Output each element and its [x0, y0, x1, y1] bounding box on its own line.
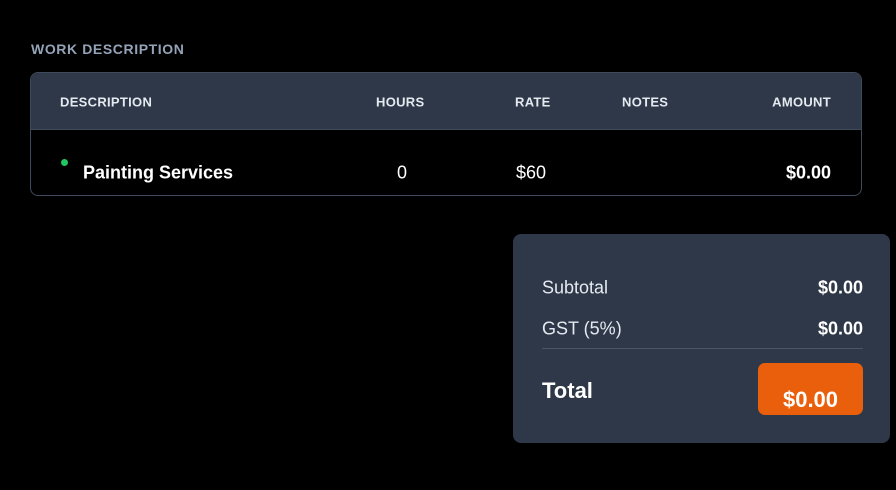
- column-header-hours: HOURS: [376, 94, 425, 110]
- invoice-work-page: WORK DESCRIPTION DESCRIPTION HOURS RATE …: [0, 0, 896, 490]
- gst-label: GST (5%): [542, 318, 622, 339]
- table-header: DESCRIPTION HOURS RATE NOTES AMOUNT: [31, 73, 861, 130]
- subtotal-value: $0.00: [817, 277, 863, 298]
- section-title: WORK DESCRIPTION: [31, 41, 185, 57]
- row-rate: $60: [516, 162, 547, 183]
- column-header-amount: AMOUNT: [772, 94, 831, 110]
- work-description-table: DESCRIPTION HOURS RATE NOTES AMOUNT Pain…: [30, 72, 862, 196]
- column-header-notes: NOTES: [622, 94, 669, 110]
- row-amount: $0.00: [785, 162, 831, 183]
- summary-divider: [542, 348, 863, 349]
- total-value: $0.00: [782, 387, 839, 412]
- total-badge: $0.00: [758, 363, 863, 415]
- column-header-rate: RATE: [515, 94, 551, 110]
- table-row[interactable]: Painting Services 0 $60 $0.00: [31, 130, 861, 195]
- totals-summary-card: Subtotal $0.00 GST (5%) $0.00 Total $0.0…: [513, 234, 890, 443]
- row-description: Painting Services: [83, 162, 234, 183]
- subtotal-label: Subtotal: [542, 277, 609, 298]
- column-header-description: DESCRIPTION: [60, 94, 153, 110]
- status-dot-icon: [61, 159, 68, 166]
- row-hours: 0: [397, 162, 408, 183]
- total-label: Total: [542, 378, 593, 403]
- gst-value: $0.00: [817, 318, 863, 339]
